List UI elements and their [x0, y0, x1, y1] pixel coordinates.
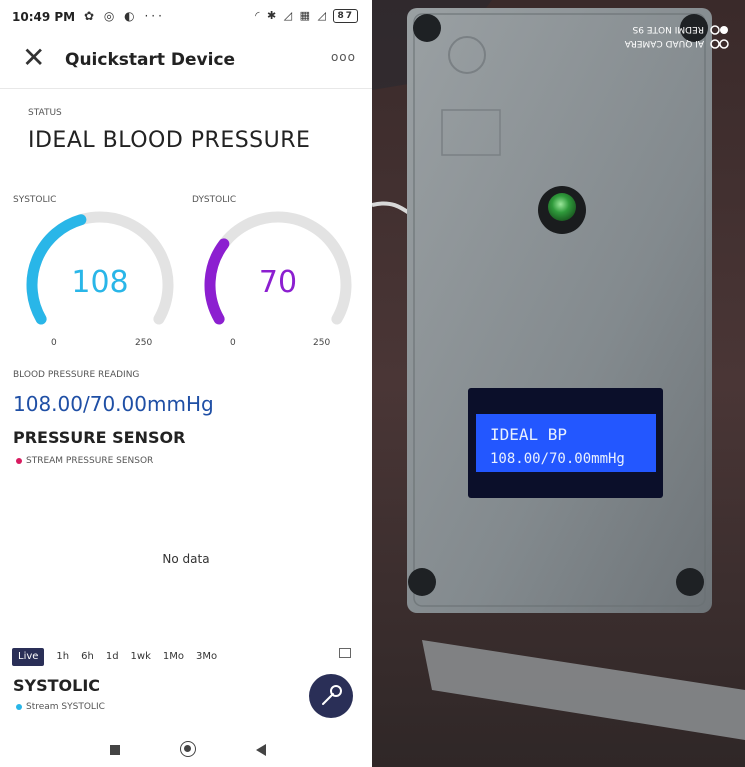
- pressure-sensor-legend-label: STREAM PRESSURE SENSOR: [26, 456, 154, 466]
- signal-icons: ◜ ✱ ◿ ▦ ◿: [255, 9, 328, 22]
- time-range-1d[interactable]: 1d: [106, 648, 119, 666]
- wrench-icon: [322, 685, 342, 705]
- time-range-1h[interactable]: 1h: [56, 648, 69, 666]
- dystolic-label: DYSTOLIC: [192, 195, 237, 205]
- legend-dot-icon: [16, 703, 22, 710]
- battery-icon: 87: [333, 9, 358, 23]
- expand-icon[interactable]: [339, 648, 351, 658]
- green-push-button: [548, 193, 576, 221]
- camera-logo-icon: [720, 26, 728, 34]
- screw-top-left: [413, 14, 441, 42]
- pressure-sensor-legend: STREAM PRESSURE SENSOR: [16, 456, 153, 466]
- home-button[interactable]: [180, 741, 196, 757]
- screw-bottom-right: [676, 568, 704, 596]
- systolic-chart-legend-label: Stream SYSTOLIC: [26, 702, 105, 712]
- recent-apps-button[interactable]: [110, 745, 120, 755]
- page-title: Quickstart Device: [65, 50, 236, 70]
- app-bar: ✕ Quickstart Device ooo: [0, 36, 372, 86]
- enclosure: [407, 8, 712, 613]
- status-bar: 10:49 PM ✿ ◎ ◐ ··· ◜ ✱ ◿ ▦ ◿ 87: [0, 0, 372, 36]
- watermark-line-1: AI QUAD CAMERA: [624, 38, 704, 48]
- device-photo: IDEAL BP 108.00/70.00mmHg AI QUAD CAMERA…: [372, 0, 745, 767]
- dystolic-value: 70: [258, 265, 298, 300]
- status-time: 10:49 PM: [12, 10, 76, 24]
- systolic-chart-legend: Stream SYSTOLIC: [16, 702, 105, 712]
- dystolic-max: 250: [313, 338, 331, 348]
- reading-label: BLOOD PRESSURE READING: [13, 370, 140, 380]
- system-icons: ◜ ✱ ◿ ▦ ◿ 87: [255, 9, 358, 23]
- lcd-line-1: IDEAL BP: [490, 425, 567, 444]
- systolic-max: 250: [135, 338, 153, 348]
- status-label: STATUS: [28, 108, 62, 118]
- time-range-3mo[interactable]: 3Mo: [196, 648, 217, 666]
- close-icon[interactable]: ✕: [22, 42, 45, 74]
- time-range-1wk[interactable]: 1wk: [131, 648, 151, 666]
- systolic-value: 108: [71, 265, 129, 300]
- dystolic-min: 0: [230, 338, 236, 348]
- wrench-fab-button[interactable]: [309, 674, 353, 718]
- back-button[interactable]: [256, 744, 266, 756]
- reading-value: 108.00/70.00mmHg: [13, 392, 214, 416]
- lcd-line-2: 108.00/70.00mmHg: [490, 451, 625, 467]
- phone-screen: 10:49 PM ✿ ◎ ◐ ··· ◜ ✱ ◿ ▦ ◿ 87 ✕ Quicks…: [0, 0, 372, 767]
- dystolic-gauge-fill: [204, 238, 230, 325]
- time-range-selector: Live 1h 6h 1d 1wk 1Mo 3Mo: [12, 644, 229, 666]
- watermark-line-2: REDMI NOTE 9S: [632, 24, 704, 34]
- time-range-live[interactable]: Live: [12, 648, 45, 666]
- systolic-min: 0: [51, 338, 57, 348]
- header-divider: [0, 88, 372, 89]
- notification-icons: ✿ ◎ ◐ ···: [84, 9, 165, 23]
- systolic-label: SYSTOLIC: [13, 195, 57, 205]
- systolic-chart-title: SYSTOLIC: [13, 676, 101, 695]
- more-options-icon[interactable]: ooo: [331, 50, 356, 64]
- no-data-message: No data: [162, 552, 210, 566]
- pressure-sensor-title: PRESSURE SENSOR: [13, 428, 186, 447]
- screw-bottom-left: [408, 568, 436, 596]
- status-value: IDEAL BLOOD PRESSURE: [28, 128, 311, 153]
- time-range-6h[interactable]: 6h: [81, 648, 94, 666]
- legend-dot-icon: [16, 457, 22, 464]
- time-range-1mo[interactable]: 1Mo: [163, 648, 184, 666]
